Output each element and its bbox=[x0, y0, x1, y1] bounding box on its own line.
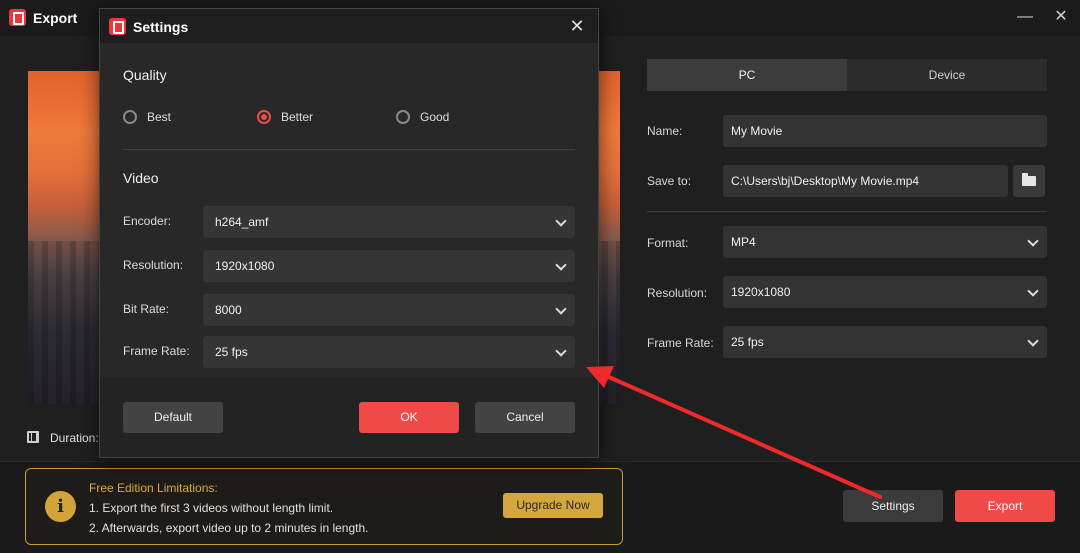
limitations-line-1: 1. Export the first 3 videos without len… bbox=[89, 501, 334, 515]
film-icon bbox=[27, 431, 39, 443]
bitrate-value: 8000 bbox=[215, 303, 242, 317]
app-logo-icon bbox=[109, 18, 126, 35]
upgrade-now-button[interactable]: Upgrade Now bbox=[503, 493, 603, 518]
format-select[interactable]: MP4 bbox=[723, 226, 1047, 258]
save-to-label: Save to: bbox=[647, 174, 692, 188]
quality-option-label: Better bbox=[281, 110, 314, 124]
resolution-label: Resolution: bbox=[123, 258, 184, 272]
default-button[interactable]: Default bbox=[123, 402, 223, 433]
export-button[interactable]: Export bbox=[955, 490, 1055, 522]
settings-dialog: Settings ✕ Quality Best Better Good Vide… bbox=[99, 8, 599, 458]
dialog-header: Settings ✕ bbox=[100, 9, 598, 43]
settings-button[interactable]: Settings bbox=[843, 490, 943, 522]
resolution-select[interactable]: 1920x1080 bbox=[723, 276, 1047, 308]
dialog-title: Settings bbox=[133, 19, 189, 35]
name-input[interactable]: My Movie bbox=[723, 115, 1047, 147]
window-title: Export bbox=[33, 10, 78, 26]
cancel-button[interactable]: Cancel bbox=[475, 402, 575, 433]
chevron-down-icon bbox=[555, 303, 567, 315]
frame-rate-select[interactable]: 25 fps bbox=[723, 326, 1047, 358]
resolution-label: Resolution: bbox=[647, 286, 708, 300]
resolution-value: 1920x1080 bbox=[731, 285, 791, 299]
chevron-down-icon bbox=[1027, 235, 1039, 247]
quality-heading: Quality bbox=[123, 67, 167, 83]
resolution-value: 1920x1080 bbox=[215, 259, 275, 273]
chevron-down-icon bbox=[1027, 335, 1039, 347]
radio-icon bbox=[123, 110, 137, 124]
radio-icon bbox=[396, 110, 410, 124]
chevron-down-icon bbox=[555, 259, 567, 271]
chevron-down-icon bbox=[555, 345, 567, 357]
encoder-select[interactable]: h264_amf bbox=[203, 206, 575, 238]
browse-folder-button[interactable] bbox=[1013, 165, 1045, 197]
quality-radio-best[interactable]: Best bbox=[123, 109, 203, 125]
frame-rate-value: 25 fps bbox=[731, 335, 764, 349]
info-icon: i bbox=[45, 491, 76, 522]
frame-rate-value: 25 fps bbox=[215, 345, 248, 359]
folder-icon bbox=[1022, 173, 1036, 186]
divider bbox=[123, 149, 575, 150]
format-label: Format: bbox=[647, 236, 689, 250]
minimize-icon[interactable]: — bbox=[1014, 6, 1036, 28]
encoder-label: Encoder: bbox=[123, 214, 172, 228]
format-value: MP4 bbox=[731, 235, 756, 249]
quality-option-label: Best bbox=[147, 110, 172, 124]
app-logo-icon bbox=[9, 9, 26, 26]
encoder-value: h264_amf bbox=[215, 215, 269, 229]
quality-radio-good[interactable]: Good bbox=[396, 109, 476, 125]
video-heading: Video bbox=[123, 170, 159, 186]
limitations-title: Free Edition Limitations: bbox=[89, 481, 218, 495]
tab-pc[interactable]: PC bbox=[647, 59, 847, 91]
close-icon[interactable]: ✕ bbox=[1050, 6, 1072, 28]
duration-label: Duration: bbox=[50, 431, 99, 445]
frame-rate-label: Frame Rate: bbox=[647, 336, 714, 350]
limitations-line-2: 2. Afterwards, export video up to 2 minu… bbox=[89, 521, 369, 535]
bitrate-label: Bit Rate: bbox=[123, 302, 170, 316]
quality-option-label: Good bbox=[420, 110, 450, 124]
name-label: Name: bbox=[647, 124, 683, 138]
ok-button[interactable]: OK bbox=[359, 402, 459, 433]
close-icon[interactable]: ✕ bbox=[566, 15, 588, 37]
quality-radio-better[interactable]: Better bbox=[257, 109, 337, 125]
radio-selected-icon bbox=[257, 110, 271, 124]
bitrate-select[interactable]: 8000 bbox=[203, 294, 575, 326]
frame-rate-label: Frame Rate: bbox=[123, 344, 190, 358]
chevron-down-icon bbox=[1027, 285, 1039, 297]
chevron-down-icon bbox=[555, 215, 567, 227]
save-to-input[interactable]: C:\Users\bj\Desktop\My Movie.mp4 bbox=[723, 165, 1008, 197]
resolution-select[interactable]: 1920x1080 bbox=[203, 250, 575, 282]
frame-rate-select[interactable]: 25 fps bbox=[203, 336, 575, 368]
tab-device[interactable]: Device bbox=[847, 59, 1047, 91]
divider bbox=[647, 211, 1047, 212]
